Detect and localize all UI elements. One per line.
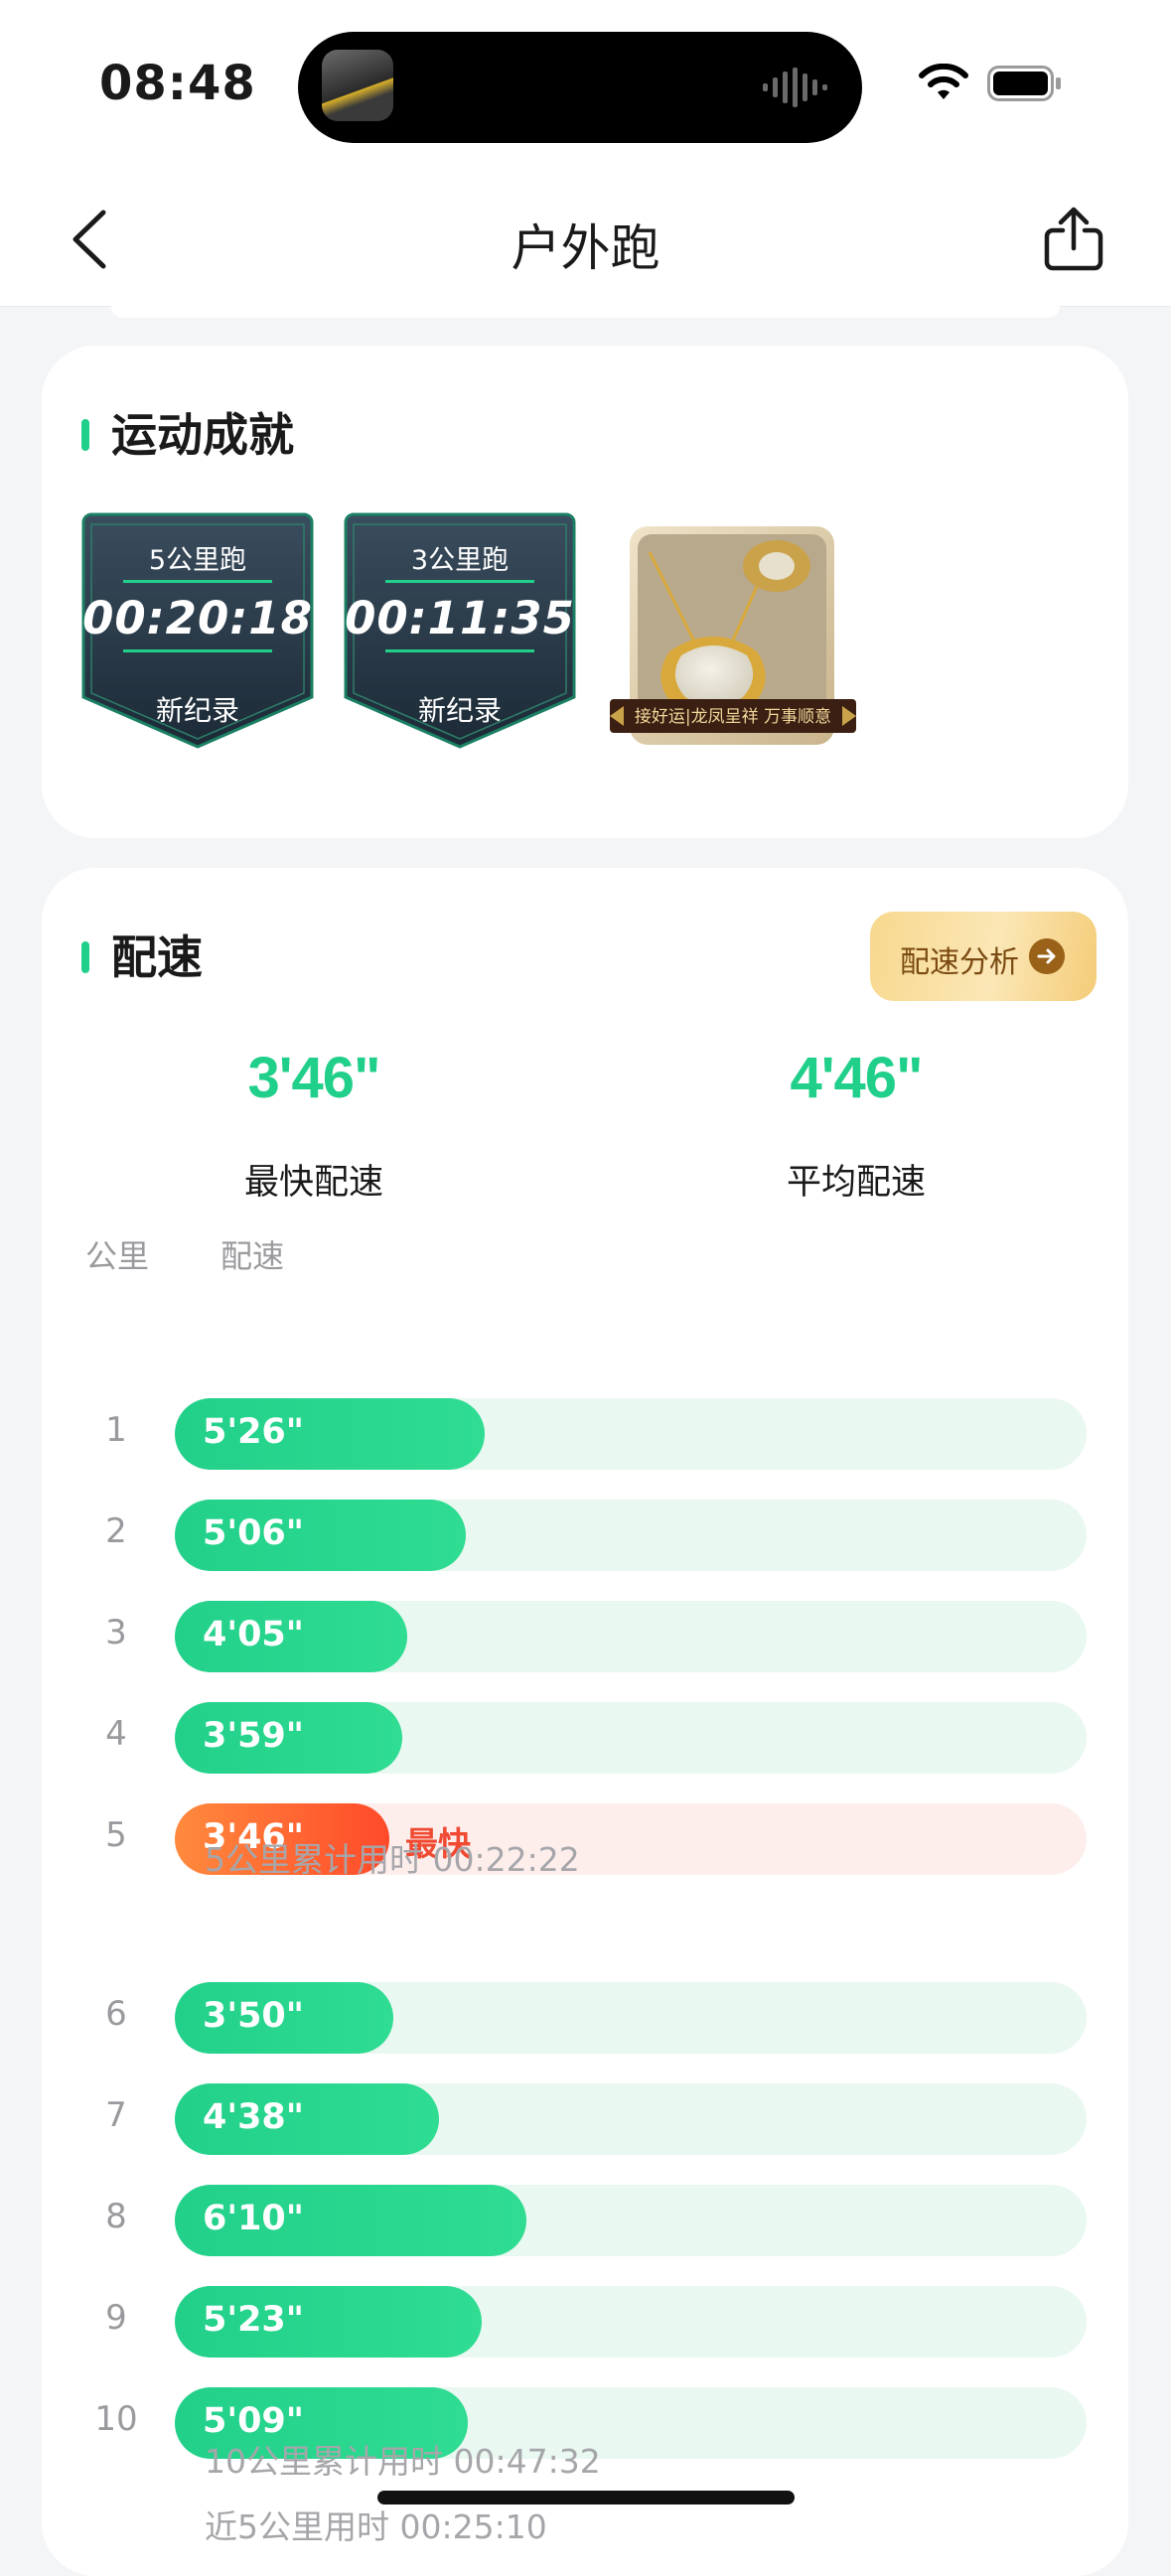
badge-time: 00:20:18: [82, 592, 313, 644]
split-row: 2 5'06": [42, 1500, 1128, 1571]
split-track: 4'05": [175, 1601, 1087, 1672]
cumulative-10km-note: 10公里累计用时 00:47:32: [205, 2442, 601, 2481]
badge-time: 00:11:35: [345, 592, 575, 644]
split-km: 5: [105, 1815, 127, 1855]
split-bar: 6'10": [175, 2185, 526, 2256]
column-header-pace: 配速: [220, 1237, 285, 1275]
split-km: 7: [105, 2095, 127, 2135]
badge-5km[interactable]: 5公里跑 00:20:18 新纪录: [77, 512, 318, 751]
split-row: 6 3'50": [42, 1982, 1128, 2054]
average-pace-value: 4'46": [790, 1046, 923, 1110]
battery-icon: [987, 66, 1061, 101]
average-pace-label: 平均配速: [786, 1163, 926, 1203]
cumulative-5km-note: 5公里累计用时 00:22:22: [205, 1840, 580, 1879]
split-pace: 5'26": [203, 1412, 305, 1452]
split-row: 1 5'26": [42, 1398, 1128, 1470]
title-accent-bar: [81, 419, 89, 451]
audio-wave-icon: [763, 68, 827, 107]
split-bar: 3'59": [175, 1702, 402, 1774]
title-accent-bar: [81, 941, 89, 973]
split-km: 4: [105, 1714, 127, 1754]
fastest-pace-label: 最快配速: [243, 1163, 383, 1203]
pace-title-text: 配速: [111, 930, 203, 984]
split-row: 8 6'10": [42, 2185, 1128, 2256]
wifi-icon: [919, 64, 968, 99]
split-row: 4 3'59": [42, 1702, 1128, 1774]
badge-record: 新纪录: [155, 694, 239, 727]
split-bar: 4'05": [175, 1601, 407, 1672]
home-indicator[interactable]: [377, 2491, 795, 2504]
badge-record: 新纪录: [417, 694, 502, 727]
split-bar: 5'26": [175, 1398, 485, 1470]
split-track: 5'23": [175, 2286, 1087, 2358]
split-pace: 3'59": [203, 1716, 305, 1756]
split-km: 8: [105, 2197, 127, 2236]
split-km: 6: [105, 1994, 127, 2034]
split-track: 4'38": [175, 2083, 1087, 2155]
dynamic-island[interactable]: [298, 32, 862, 143]
split-pace: 6'10": [203, 2199, 305, 2238]
split-pace: 3'50": [203, 1996, 305, 2036]
split-km: 10: [94, 2399, 138, 2439]
split-pace: 4'38": [203, 2097, 305, 2137]
split-bar: 4'38": [175, 2083, 439, 2155]
status-bar: 08:48: [0, 0, 1171, 169]
split-row: 7 4'38": [42, 2083, 1128, 2155]
share-icon[interactable]: [1043, 207, 1104, 272]
achievements-title-text: 运动成就: [111, 408, 294, 462]
split-track: 3'50": [175, 1982, 1087, 2054]
badge-divider: [385, 649, 534, 652]
badge-divider: [123, 649, 272, 652]
pace-analysis-label: 配速分析: [900, 945, 1019, 980]
medal-ribbon-text: 接好运|龙凤呈祥 万事顺意: [635, 707, 831, 727]
badge-3km[interactable]: 3公里跑 00:11:35 新纪录: [340, 512, 580, 751]
split-track: 3'59": [175, 1702, 1087, 1774]
jade-pendant-medal-icon[interactable]: 接好运|龙凤呈祥 万事顺意: [610, 522, 856, 757]
split-track: 5'06": [175, 1500, 1087, 1571]
pace-analysis-button[interactable]: 配速分析: [870, 912, 1097, 1001]
split-km: 9: [105, 2298, 127, 2338]
achievements-card: 运动成就 5公里跑 00:20:18 新纪录 3公里跑 00:11:35 新纪录: [42, 346, 1128, 838]
page-title: 户外跑: [511, 219, 660, 277]
last-5km-note: 近5公里用时 00:25:10: [205, 2507, 547, 2546]
split-km: 3: [105, 1613, 127, 1652]
split-pace: 5'23": [203, 2300, 305, 2340]
pace-card: 配速 配速分析 3'46" 最快配速 4'46" 平均配速 公里 配速 1 5'2…: [42, 868, 1128, 2576]
split-pace: 5'06": [203, 1513, 305, 1553]
nav-bar: 户外跑: [0, 169, 1171, 307]
split-track: 6'10": [175, 2185, 1087, 2256]
badge-divider: [123, 580, 272, 583]
split-bar: 5'06": [175, 1500, 466, 1571]
split-bar: 5'23": [175, 2286, 482, 2358]
split-km: 1: [105, 1410, 127, 1450]
now-playing-thumbnail[interactable]: [322, 50, 393, 121]
split-km: 2: [105, 1511, 127, 1551]
column-header-km: 公里: [85, 1237, 150, 1275]
split-row: 3 4'05": [42, 1601, 1128, 1672]
previous-card-edge: [111, 306, 1060, 318]
badge-label: 5公里跑: [148, 545, 247, 576]
split-track: 5'26": [175, 1398, 1087, 1470]
fastest-pace-value: 3'46": [247, 1046, 380, 1110]
split-bar: 3'50": [175, 1982, 393, 2054]
badge-divider: [385, 580, 534, 583]
split-pace: 4'05": [203, 1615, 305, 1654]
split-row: 9 5'23": [42, 2286, 1128, 2358]
status-time: 08:48: [99, 56, 256, 111]
badge-label: 3公里跑: [410, 545, 510, 576]
arrow-right-icon: [1029, 938, 1065, 974]
